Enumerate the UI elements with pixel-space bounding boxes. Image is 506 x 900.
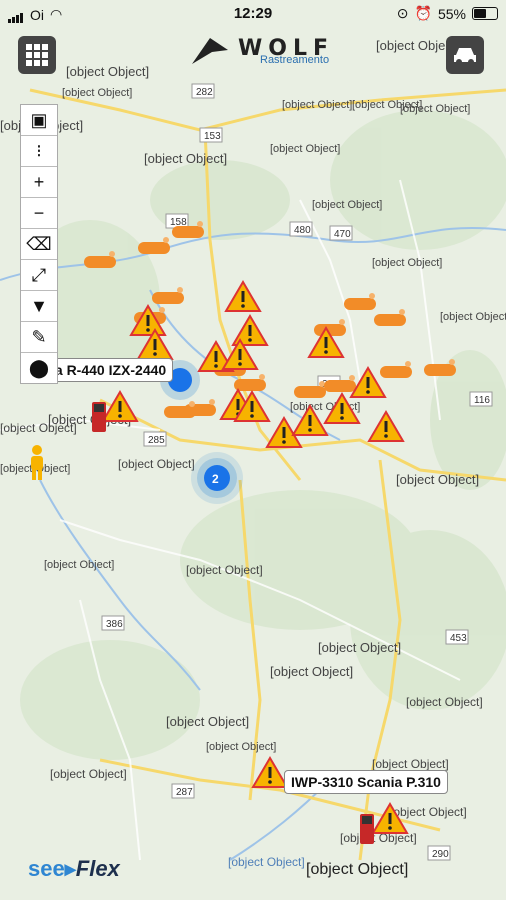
map-toolbar: ▣ ⁝ + − ⌫ ⤢ ▼ ✎ ⬤ (20, 104, 58, 384)
city-label: [object Object] (44, 559, 114, 571)
road-label: 386 (106, 619, 123, 630)
road-label: 290 (432, 849, 449, 860)
settings-button[interactable]: ✎ (21, 322, 57, 353)
road-label: 287 (176, 787, 193, 798)
lock-rotation-icon: ⊙ (396, 5, 409, 21)
brand-see: see (28, 856, 65, 881)
traffic-light-icon: ⁝ (36, 140, 42, 161)
filter-button[interactable]: ▼ (21, 291, 57, 322)
brand-flex: Flex (75, 856, 120, 881)
vehicle-label-1[interactable]: ia R-440 IZX-2440 (44, 358, 174, 382)
city-label: [object Object] (166, 714, 249, 729)
road-label: 282 (196, 87, 213, 98)
eraser-icon: ⌫ (26, 233, 52, 254)
expand-icon: ⤢ (31, 264, 47, 285)
logo-subtitle: Rastreamento (260, 54, 330, 66)
road-label: 480 (294, 225, 311, 236)
filter-icon: ▼ (30, 295, 48, 316)
plus-icon: + (33, 171, 45, 192)
zoom-in-button[interactable]: + (21, 167, 57, 198)
city-label: [object Object] (396, 472, 479, 487)
vehicle-marker-2[interactable] (360, 814, 374, 844)
city-label: [object Object] (318, 640, 401, 655)
fullscreen-button[interactable]: ⤢ (21, 260, 57, 291)
location-button[interactable]: ⬤ (21, 353, 57, 383)
road-label: 116 (474, 395, 490, 406)
traffic-button[interactable]: ⁝ (21, 136, 57, 167)
status-right: ⊙ ⏰ 55% (397, 5, 498, 22)
city-label: [object Object] (270, 143, 340, 155)
city-label: [object Object] (186, 563, 263, 577)
city-label: [object Object] (372, 257, 442, 269)
app-logo: WOLF Rastreamento (190, 36, 360, 68)
road-label: 470 (334, 229, 351, 240)
battery-icon (472, 7, 498, 20)
city-label: [object Object] (144, 151, 227, 166)
wolf-icon (192, 38, 228, 64)
brand-arrow-icon: ▸ (64, 856, 76, 881)
cluster-count: 2 (212, 472, 219, 486)
vehicles-button[interactable] (446, 36, 484, 74)
city-label: [object Object] (118, 457, 195, 471)
battery-percent: 55% (437, 5, 466, 22)
alarm-icon: ⏰ (414, 5, 432, 21)
city-label: [object Object] (206, 741, 276, 753)
city-label: [object Object] (440, 311, 506, 323)
road-label: 285 (148, 435, 165, 446)
screen: { "status_bar": { "carrier": "Oi", "time… (0, 0, 506, 900)
status-bar: Oi ◠ 12:29 ⊙ ⏰ 55% (0, 0, 506, 28)
city-label: [object Object] (306, 861, 408, 878)
map-type-button[interactable]: ▣ (21, 105, 57, 136)
city-label: [object Object] (372, 757, 449, 771)
car-icon (454, 48, 476, 65)
city-label: [object Object] (270, 664, 353, 679)
city-label: [object Object] (390, 805, 467, 819)
eraser-button[interactable]: ⌫ (21, 229, 57, 260)
city-label: [object Object] (50, 767, 127, 781)
menu-button[interactable] (18, 36, 56, 74)
city-label: [object Object] (312, 199, 382, 211)
wrench-icon: ✎ (31, 326, 47, 347)
road-label: 453 (450, 633, 467, 644)
city-label: [object Object] (282, 99, 352, 111)
grid-icon (26, 44, 48, 66)
city-label: [object Object] (400, 103, 470, 115)
pin-icon: ⬤ (28, 357, 50, 378)
seeflex-brand: see▸Flex (28, 856, 120, 882)
minus-icon: − (33, 202, 45, 223)
city-label: [object Object] (0, 421, 77, 435)
road-label: 153 (204, 131, 221, 142)
image-icon: ▣ (30, 109, 48, 130)
map[interactable]: 282 153 480 470 158 116 285 386 453 287 … (0, 0, 506, 900)
city-label: [object Object] (66, 64, 149, 79)
city-label: [object Object] (406, 695, 483, 709)
river-label: [object Object] (228, 855, 305, 869)
vehicle-label-2[interactable]: IWP-3310 Scania P.310 (284, 770, 448, 794)
city-label: [object Object] (62, 87, 132, 99)
zoom-out-button[interactable]: − (21, 198, 57, 229)
vehicle-marker-1[interactable] (92, 402, 106, 432)
street-view-pegman-icon[interactable] (26, 444, 48, 482)
cluster-marker[interactable]: 2 (191, 452, 243, 504)
